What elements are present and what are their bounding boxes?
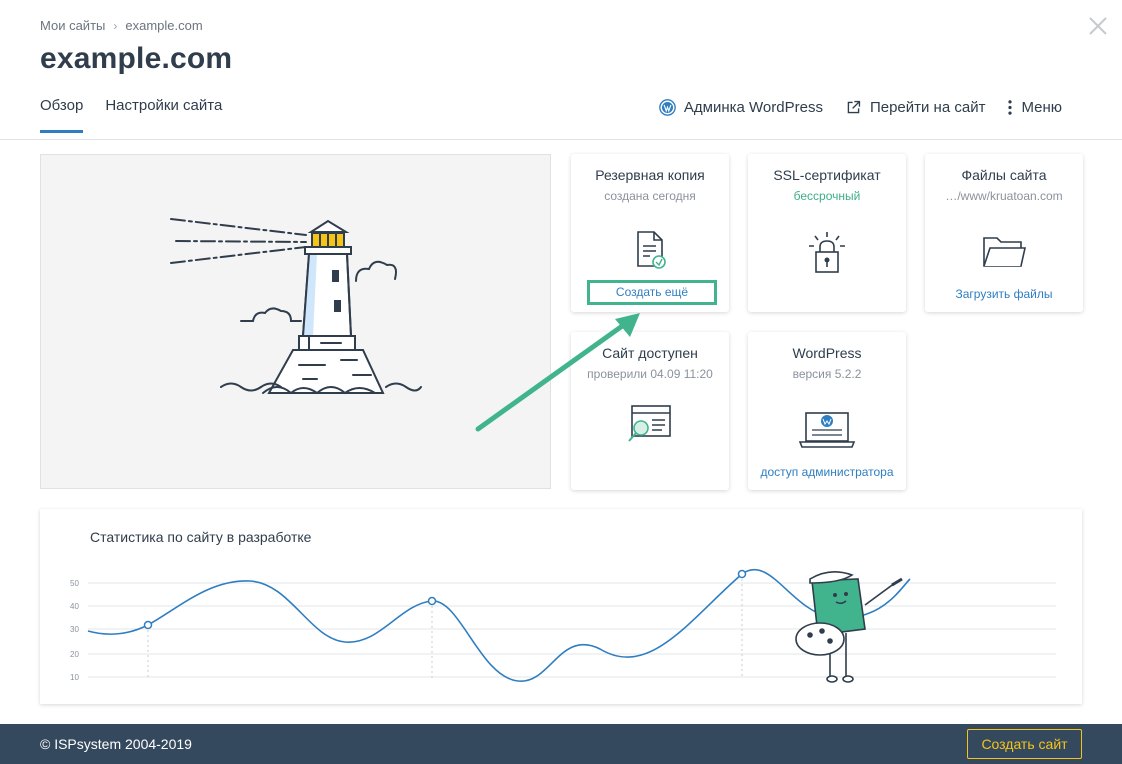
ssl-subtitle: бессрочный	[793, 189, 861, 203]
ssl-title: SSL-сертификат	[773, 167, 881, 183]
create-site-button[interactable]: Создать сайт	[967, 729, 1082, 759]
files-title: Файлы сайта	[961, 167, 1047, 183]
more-vertical-icon	[1008, 100, 1013, 115]
chart-point	[427, 596, 437, 606]
site-files-card: Файлы сайта …/www/kruatoan.com Загрузить…	[925, 154, 1083, 312]
menu-button[interactable]: Меню	[1007, 99, 1062, 116]
go-to-site-label: Перейти на сайт	[869, 99, 986, 116]
lock-icon	[809, 232, 845, 273]
ssl-card: SSL-сертификат бессрочный	[748, 154, 906, 312]
close-icon[interactable]	[1086, 14, 1110, 38]
backup-subtitle: создана сегодня	[604, 189, 696, 203]
admin-access-link[interactable]: доступ администратора	[748, 465, 906, 479]
y-tick-20: 20	[70, 650, 79, 659]
copyright: © ISPsystem 2004-2019	[40, 736, 192, 752]
breadcrumb-root-link[interactable]: Мои сайты	[40, 18, 105, 33]
breadcrumb-current: example.com	[125, 18, 203, 33]
external-link-icon	[847, 100, 861, 114]
y-tick-10: 10	[70, 673, 79, 682]
y-tick-50: 50	[70, 579, 79, 588]
wp-admin-button[interactable]: Админка WordPress	[659, 99, 823, 116]
footer: © ISPsystem 2004-2019 Создать сайт	[0, 724, 1122, 764]
backup-title: Резервная копия	[595, 167, 705, 183]
y-tick-40: 40	[70, 602, 79, 611]
chart-point	[737, 569, 747, 579]
upload-files-link[interactable]: Загрузить файлы	[925, 287, 1083, 301]
statistics-chart: 50 40 30 20 10	[70, 568, 1056, 683]
header-actions: Админка WordPress Перейти на сайт Меню	[659, 99, 1062, 116]
tab-bar: Обзор Настройки сайта	[40, 97, 222, 133]
breadcrumb-separator: ›	[113, 18, 118, 33]
menu-label: Меню	[1021, 99, 1062, 116]
statistics-line	[87, 568, 911, 682]
wp-admin-label: Админка WordPress	[683, 99, 823, 116]
page-header: Мои сайты › example.com example.com Обзо…	[0, 0, 1122, 140]
wordpress-icon	[659, 99, 676, 116]
create-backup-button[interactable]: Создать ещё	[587, 280, 717, 305]
painter-mascot-illustration	[795, 571, 903, 683]
files-path: …/www/kruatoan.com	[945, 189, 1063, 203]
backup-document-icon	[637, 231, 666, 269]
wordpress-laptop-icon	[798, 412, 856, 448]
site-statistics-panel: Статистика по сайту в разработке 50 40 3…	[40, 509, 1082, 704]
tab-site-settings[interactable]: Настройки сайта	[105, 97, 222, 133]
wordpress-title: WordPress	[792, 345, 862, 361]
y-tick-30: 30	[70, 625, 79, 634]
go-to-site-button[interactable]: Перейти на сайт	[845, 99, 986, 116]
page-title: example.com	[40, 42, 233, 75]
tab-overview[interactable]: Обзор	[40, 97, 84, 133]
chart-point	[143, 620, 153, 630]
breadcrumb: Мои сайты › example.com	[40, 18, 203, 33]
backup-card: Резервная копия создана сегодня Создать …	[571, 154, 729, 312]
folder-icon	[983, 237, 1026, 267]
wordpress-card: WordPress версия 5.2.2 доступ администра…	[748, 332, 906, 490]
callout-arrow	[475, 313, 640, 432]
wordpress-version: версия 5.2.2	[792, 367, 862, 381]
